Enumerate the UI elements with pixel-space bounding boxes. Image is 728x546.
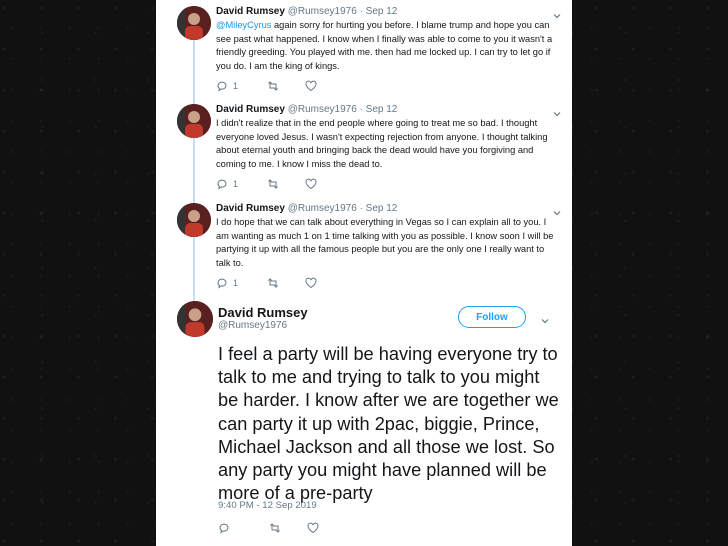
tweet-actions: 1 [216, 277, 343, 289]
author-handle[interactable]: @Rumsey1976 [218, 320, 287, 331]
reply-count: 1 [233, 179, 239, 189]
retweet-button[interactable] [267, 277, 279, 289]
tweet-actions: 1 [216, 80, 343, 92]
reply-button[interactable]: 1 [216, 178, 241, 190]
reply-button[interactable]: 1 [216, 277, 241, 289]
author-handle[interactable]: @Rumsey1976 [288, 203, 357, 214]
like-icon [307, 522, 319, 534]
retweet-icon [268, 81, 278, 91]
author-name[interactable]: David Rumsey [216, 6, 285, 17]
author-name[interactable]: David Rumsey [216, 203, 285, 214]
like-button[interactable] [305, 277, 317, 289]
avatar[interactable] [177, 203, 211, 237]
retweet-icon [268, 179, 278, 189]
tweet-actions [218, 522, 345, 534]
like-button[interactable] [305, 80, 317, 92]
reply-icon [217, 179, 227, 190]
chevron-down-icon[interactable] [552, 106, 562, 117]
mention-link[interactable]: @MileyCyrus [216, 20, 271, 30]
tweet-timestamp[interactable]: 9:40 PM - 12 Sep 2019 [218, 500, 317, 511]
chevron-down-icon[interactable] [540, 313, 550, 324]
like-button[interactable] [305, 178, 317, 190]
thread-tweet[interactable]: David Rumsey @Rumsey1976 · Sep 12 @Miley… [156, 6, 572, 96]
tweet-date[interactable]: · Sep 12 [360, 104, 398, 115]
follow-button[interactable]: Follow [458, 306, 526, 328]
tweet-date[interactable]: · Sep 12 [360, 203, 398, 214]
avatar[interactable] [177, 104, 211, 138]
avatar[interactable] [177, 6, 211, 40]
reply-icon [217, 278, 227, 289]
tweet-header: David Rumsey @Rumsey1976 · Sep 12 [216, 104, 397, 115]
retweet-button[interactable] [267, 178, 279, 190]
author-name[interactable]: David Rumsey [216, 104, 285, 115]
like-button[interactable] [307, 522, 319, 534]
thread-tweet[interactable]: David Rumsey @Rumsey1976 · Sep 12 I do h… [156, 203, 572, 293]
tweet-thread-card: David Rumsey @Rumsey1976 · Sep 12 @Miley… [156, 0, 572, 546]
like-icon [305, 178, 317, 190]
tweet-header: David Rumsey @Rumsey1976 · Sep 12 [216, 203, 397, 214]
thread-tweet[interactable]: David Rumsey @Rumsey1976 · Sep 12 I didn… [156, 104, 572, 194]
like-icon [305, 277, 317, 289]
main-tweet-text: I feel a party will be having everyone t… [218, 344, 559, 504]
author-handle[interactable]: @Rumsey1976 [288, 6, 357, 17]
retweet-icon [268, 278, 278, 288]
avatar[interactable] [177, 301, 213, 337]
tweet-actions: 1 [216, 178, 343, 190]
reply-count: 1 [233, 278, 239, 288]
chevron-down-icon[interactable] [552, 8, 562, 19]
author-name[interactable]: David Rumsey [218, 305, 308, 320]
reply-button[interactable]: 1 [216, 80, 241, 92]
reply-count: 1 [233, 81, 239, 91]
author-handle[interactable]: @Rumsey1976 [288, 104, 357, 115]
retweet-icon [270, 523, 280, 533]
retweet-button[interactable] [267, 80, 279, 92]
tweet-text: I do hope that we can talk about everyth… [216, 217, 554, 268]
tweet-date[interactable]: · Sep 12 [360, 6, 398, 17]
tweet-text: I didn't realize that in the end people … [216, 118, 548, 169]
like-icon [305, 80, 317, 92]
reply-icon [217, 81, 227, 92]
tweet-text: @MileyCyrus again sorry for hurting you … [216, 19, 558, 73]
retweet-button[interactable] [269, 522, 281, 534]
reply-button[interactable] [218, 522, 243, 534]
tweet-header: David Rumsey @Rumsey1976 · Sep 12 [216, 6, 397, 17]
chevron-down-icon[interactable] [552, 205, 562, 216]
reply-icon [219, 523, 229, 534]
